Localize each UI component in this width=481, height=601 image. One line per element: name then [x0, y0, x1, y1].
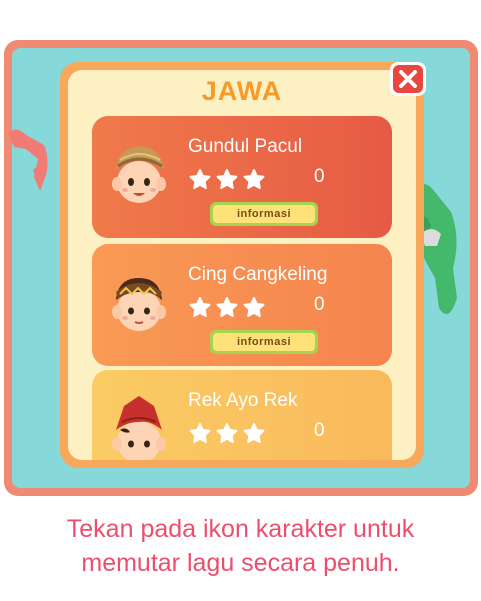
star-icon: [216, 169, 238, 189]
boy-blangkon-icon[interactable]: [106, 138, 172, 208]
info-button-label: informasi: [213, 205, 315, 223]
star-icon: [189, 169, 211, 189]
song-title: Gundul Pacul: [188, 136, 303, 157]
info-button[interactable]: informasi: [210, 330, 318, 354]
info-button-label: informasi: [213, 333, 315, 351]
star-icon: [189, 297, 211, 317]
song-title: Cing Cangkeling: [188, 264, 328, 285]
star-icon: [216, 423, 238, 443]
song-score: 0: [314, 294, 325, 315]
song-card-cing-cangkeling[interactable]: Cing Cangkeling 0 informasi: [92, 244, 392, 366]
song-score: 0: [314, 420, 325, 441]
song-card-rek-ayo-rek[interactable]: Rek Ayo Rek 0: [92, 370, 392, 460]
song-list[interactable]: JAWA Gundul Pacul 0 informasi Cing Cangk…: [68, 70, 416, 460]
island-map-west: [8, 129, 48, 191]
star-icon: [243, 297, 265, 317]
star-icon: [243, 169, 265, 189]
caption-line-1: Tekan pada ikon karakter untuk: [66, 515, 415, 543]
star-rating: [188, 168, 266, 192]
caption-line-2: memutar lagu secara penuh.: [81, 549, 400, 577]
panel-title: JAWA: [201, 76, 283, 106]
close-x-icon: [393, 65, 423, 93]
song-card-gundul-pacul[interactable]: Gundul Pacul 0 informasi: [92, 116, 392, 238]
star-rating: [188, 296, 266, 320]
star-icon: [216, 297, 238, 317]
star-icon: [243, 423, 265, 443]
close-button[interactable]: [390, 62, 426, 96]
star-rating: [188, 422, 266, 446]
instruction-caption: Tekan pada ikon karakter untuk memutar l…: [0, 512, 481, 580]
info-button[interactable]: informasi: [210, 202, 318, 226]
boy-headband-icon[interactable]: [106, 266, 172, 336]
song-score: 0: [314, 166, 325, 187]
song-title: Rek Ayo Rek: [188, 390, 298, 411]
boy-red-cap-icon[interactable]: [106, 392, 172, 460]
star-icon: [189, 423, 211, 443]
